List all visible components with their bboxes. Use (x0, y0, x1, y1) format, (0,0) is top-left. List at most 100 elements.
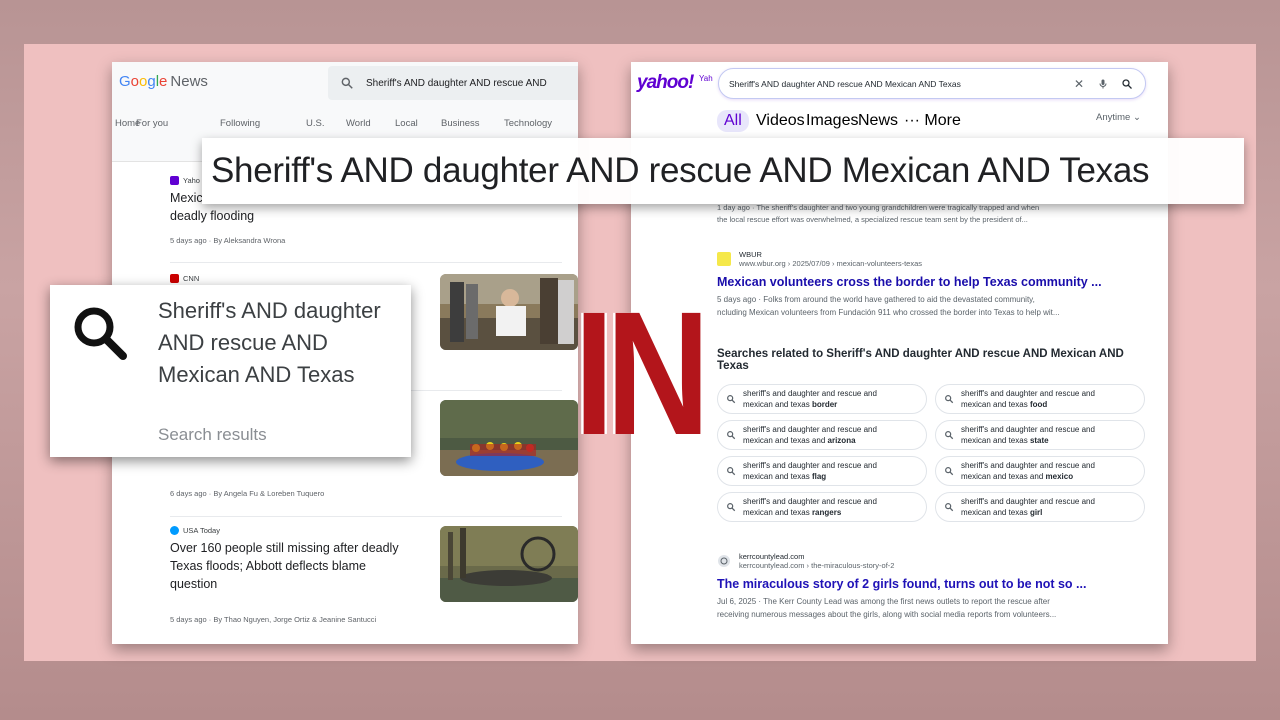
chip-line: sheriff's and daughter and rescue and (961, 389, 1095, 398)
chip-bold: girl (1029, 508, 1043, 517)
chip-label: sheriff's and daughter and rescue and mex… (743, 388, 877, 410)
tab-more[interactable]: ··· More (904, 112, 961, 130)
chip-line: mexican and texas and (961, 472, 1044, 481)
source-logo-icon (170, 526, 179, 535)
site-name: WBUR (739, 250, 762, 259)
nav-following[interactable]: Following (220, 118, 260, 129)
chip-bold: rangers (811, 508, 842, 517)
related-search-chip[interactable]: sheriff's and daughter and rescue and mex… (935, 384, 1145, 414)
logo-letter: G (119, 73, 131, 90)
google-news-logo[interactable]: Google News (119, 73, 208, 90)
related-search-chip[interactable]: sheriff's and daughter and rescue and mex… (717, 456, 927, 486)
source-name: USA Today (183, 526, 220, 535)
yahoo-logo[interactable]: yahoo! (637, 72, 694, 94)
article-thumbnail-image[interactable] (440, 526, 578, 602)
article-thumbnail-image[interactable] (440, 274, 578, 350)
tab-images[interactable]: Images (806, 112, 858, 130)
result-site: kerrcountylead.com kerrcountylead.com › … (717, 552, 1157, 570)
result-title-link[interactable]: The miraculous story of 2 girls found, t… (717, 577, 1157, 591)
chip-label: sheriff's and daughter and rescue and mex… (743, 424, 877, 446)
article-title[interactable]: Over 160 people still missing after dead… (170, 539, 410, 593)
nav-us[interactable]: U.S. (306, 118, 324, 129)
chip-bold: flag (811, 472, 827, 481)
nav-technology[interactable]: Technology (504, 118, 552, 129)
clear-icon[interactable]: ✕ (1073, 78, 1085, 90)
chip-label: sheriff's and daughter and rescue and mex… (743, 460, 877, 482)
globe-icon (718, 555, 730, 567)
related-search-chip[interactable]: sheriff's and daughter and rescue and mex… (935, 420, 1145, 450)
nav-world[interactable]: World (346, 118, 371, 129)
chip-line: sheriff's and daughter and rescue and (743, 461, 877, 470)
related-search-chip[interactable]: sheriff's and daughter and rescue and mex… (717, 384, 927, 414)
time-filter-dropdown[interactable]: Anytime ⌄ (1096, 112, 1141, 123)
chip-bold: border (811, 400, 838, 409)
search-icon (945, 503, 954, 512)
chip-line: sheriff's and daughter and rescue and (961, 461, 1095, 470)
chip-bold: state (1029, 436, 1049, 445)
chip-label: sheriff's and daughter and rescue and mex… (961, 424, 1095, 446)
divider (170, 262, 562, 263)
related-search-chip[interactable]: sheriff's and daughter and rescue and mex… (935, 492, 1145, 522)
chip-label: sheriff's and daughter and rescue and mex… (743, 496, 877, 518)
search-icon[interactable] (340, 76, 354, 90)
search-icon[interactable] (1121, 78, 1133, 90)
search-result: kerrcountylead.com kerrcountylead.com › … (717, 552, 1157, 621)
big-in-text: IN (574, 276, 710, 472)
article-thumbnail-image[interactable] (440, 400, 578, 476)
tab-all[interactable]: All (717, 110, 749, 132)
snippet-line: ncluding Mexican volunteers from Fundaci… (717, 308, 1060, 317)
microphone-icon[interactable] (1097, 78, 1109, 90)
related-search-chip[interactable]: sheriff's and daughter and rescue and mex… (935, 456, 1145, 486)
related-searches-heading: Searches related to Sheriff's AND daught… (717, 348, 1124, 372)
source-name: CNN (183, 274, 200, 283)
site-name: kerrcountylead.com (739, 552, 805, 561)
chip-line: sheriff's and daughter and rescue and (743, 497, 877, 506)
site-url[interactable]: www.wbur.org › 2025/07/09 › mexican-volu… (739, 259, 922, 268)
chip-line: sheriff's and daughter and rescue and (743, 425, 877, 434)
site-url[interactable]: kerrcountylead.com › the-miraculous-stor… (739, 561, 894, 570)
search-bar[interactable]: Sheriff's AND daughter AND rescue AND (328, 66, 578, 100)
chip-label: sheriff's and daughter and rescue and mex… (961, 388, 1095, 410)
search-bar[interactable]: Sheriff's AND daughter AND rescue AND Me… (718, 68, 1146, 99)
yahoo-logo-sub: Yah (699, 74, 713, 83)
chip-label: sheriff's and daughter and rescue and mex… (961, 496, 1095, 518)
chip-label: sheriff's and daughter and rescue and mex… (961, 460, 1095, 482)
result-snippet: 5 days ago · Folks from around the world… (717, 293, 1157, 319)
suggestion-subtitle: Search results (158, 425, 267, 444)
chip-line: mexican and texas (961, 508, 1028, 517)
related-search-chip[interactable]: sheriff's and daughter and rescue and mex… (717, 492, 927, 522)
logo-letter: e (159, 73, 168, 90)
query-banner: Sheriff's AND daughter AND rescue AND Me… (202, 138, 1244, 204)
chip-line: sheriff's and daughter and rescue and (961, 425, 1095, 434)
tab-news[interactable]: News (858, 112, 898, 130)
result-snippet: 1 day ago · The sheriff's daughter and t… (717, 202, 1147, 226)
snippet-line: the local rescue effort was overwhelmed,… (717, 215, 1028, 224)
search-input[interactable]: Sheriff's AND daughter AND rescue AND Me… (729, 79, 1073, 89)
chip-line: mexican and texas and (743, 436, 826, 445)
search-icon (727, 431, 736, 440)
nav-local[interactable]: Local (395, 118, 418, 129)
result-site: WBUR www.wbur.org › 2025/07/09 › mexican… (717, 250, 1157, 268)
search-icon (945, 431, 954, 440)
nav-business[interactable]: Business (441, 118, 480, 129)
site-favicon-icon (717, 252, 731, 266)
snippet-line: Jul 6, 2025 · The Kerr County Lead was a… (717, 597, 1050, 606)
nav-for-you[interactable]: For you (136, 118, 168, 129)
chip-line: mexican and texas (743, 508, 810, 517)
search-suggestion-popup[interactable]: Sheriff's AND daughter AND rescue AND Me… (50, 285, 411, 457)
logo-letter: g (147, 73, 156, 90)
result-snippet: Jul 6, 2025 · The Kerr County Lead was a… (717, 595, 1157, 621)
related-search-chip[interactable]: sheriff's and daughter and rescue and mex… (717, 420, 927, 450)
snippet-line: receiving numerous messages about the gi… (717, 610, 1057, 619)
source-name: Yaho (183, 176, 200, 185)
chip-line: sheriff's and daughter and rescue and (743, 389, 877, 398)
result-title-link[interactable]: Mexican volunteers cross the border to h… (717, 275, 1157, 289)
chip-line: sheriff's and daughter and rescue and (961, 497, 1095, 506)
logo-word: News (170, 73, 208, 90)
article-meta: 5 days ago · By Thao Nguyen, Jorge Ortiz… (170, 615, 377, 624)
snippet-line: 5 days ago · Folks from around the world… (717, 295, 1035, 304)
search-input[interactable]: Sheriff's AND daughter AND rescue AND (366, 78, 547, 89)
search-icon (727, 467, 736, 476)
tab-videos[interactable]: Videos (756, 112, 805, 130)
article-meta: 6 days ago · By Angela Fu & Loreben Tuqu… (170, 489, 325, 498)
